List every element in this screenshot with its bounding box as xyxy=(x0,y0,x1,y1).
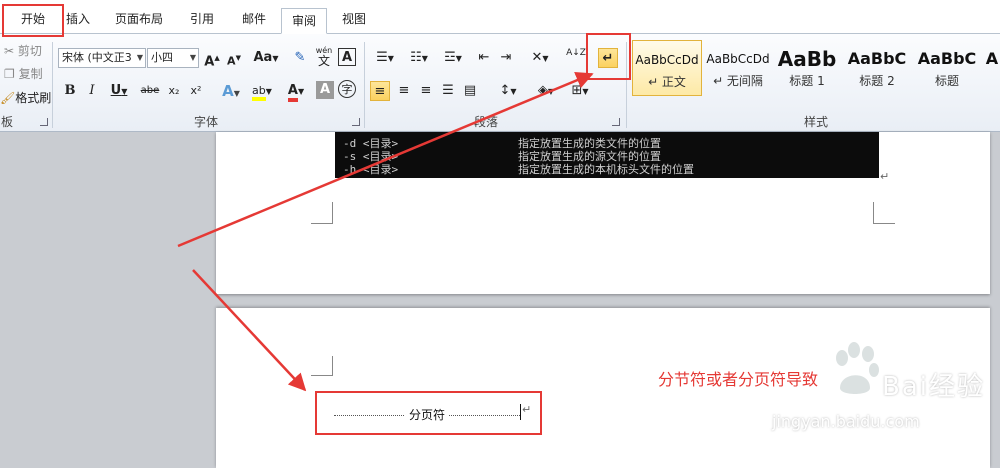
align-left-icon: ≡ xyxy=(374,84,386,99)
paragraph-group-label: 段落 xyxy=(473,115,498,129)
superscript-button[interactable]: x² xyxy=(186,81,206,101)
ribbon-tab-bar: 开始 插入 页面布局 引用 邮件 审阅 视图 xyxy=(0,0,1000,34)
bold-button[interactable]: B xyxy=(60,81,80,101)
align-right-button[interactable]: ≡ xyxy=(416,81,436,101)
borders-button[interactable]: ⊞▼ xyxy=(566,81,594,101)
copy-icon: ❐ xyxy=(4,67,15,81)
style-title[interactable]: AaBbC 标题 xyxy=(914,40,980,96)
ribbon: ✂ 剪切 ❐ 复制 🖌格式刷 板 宋体 (中文正3 ▼ 小四 ▼ A▲ A▼ Aa▼… xyxy=(0,34,1000,132)
console-screenshot-image: -d <目录> 指定放置生成的类文件的位置 -s <目录> 指定放置生成的源文件的位… xyxy=(335,132,879,178)
indent-icon: ⇥ xyxy=(500,50,512,65)
margin-corner-mark xyxy=(873,202,895,224)
chevron-down-icon: ▼ xyxy=(136,53,143,62)
shrink-font-button[interactable]: A▼ xyxy=(224,48,244,68)
font-launcher-icon[interactable] xyxy=(352,118,360,126)
change-case-button[interactable]: Aa▼ xyxy=(252,48,280,68)
paragraph-mark: ↵ xyxy=(880,170,890,183)
highlight-box-show-marks xyxy=(586,33,631,80)
increase-indent-button[interactable]: ⇥ xyxy=(496,48,516,68)
style-normal[interactable]: AaBbCcDd ↵ 正文 xyxy=(632,40,702,96)
baidu-paw-logo-icon xyxy=(836,342,879,394)
tab-page-layout[interactable]: 页面布局 xyxy=(106,7,172,33)
bullet-list-icon: ☰ xyxy=(376,50,388,65)
highlight-button[interactable]: ab▼ xyxy=(248,81,276,101)
cut-button[interactable]: ✂ 剪切 xyxy=(4,42,42,60)
margin-corner-mark xyxy=(311,356,333,376)
align-center-icon: ≡ xyxy=(398,83,410,98)
italic-button[interactable]: I xyxy=(82,81,102,101)
subscript-button[interactable]: x₂ xyxy=(164,81,184,101)
clipboard-group-label: 板 xyxy=(0,115,13,129)
clipboard-launcher-icon[interactable] xyxy=(40,118,48,126)
distributed-icon: ▤ xyxy=(463,83,477,98)
bullets-button[interactable]: ☰▼ xyxy=(370,48,400,68)
align-right-icon: ≡ xyxy=(420,83,432,98)
console-row: -d <目录> 指定放置生成的类文件的位置 xyxy=(343,137,661,150)
enclose-character-button[interactable]: 字 xyxy=(338,80,356,98)
font-group-label: 字体 xyxy=(193,115,218,129)
style-no-spacing[interactable]: AaBbCcDd ↵ 无间隔 xyxy=(704,40,772,96)
tab-insert[interactable]: 插入 xyxy=(58,7,98,33)
watermark-brand: Bai经验 xyxy=(882,372,985,402)
watermark-url: jingyan.baidu.com xyxy=(772,412,920,431)
phonetic-guide-button[interactable]: wén 文 xyxy=(314,46,334,67)
chevron-down-icon: ▼ xyxy=(189,53,196,62)
numbering-button[interactable]: ☷▼ xyxy=(404,48,434,68)
decrease-indent-button[interactable]: ⇤ xyxy=(474,48,494,68)
character-shading-button[interactable]: A xyxy=(316,81,334,99)
justify-icon: ☰ xyxy=(442,83,454,98)
line-spacing-icon: ↕ xyxy=(499,83,511,98)
borders-icon: ⊞ xyxy=(571,83,583,98)
chinese-layout-icon: ✕ xyxy=(531,50,543,65)
style-subtitle-partial[interactable]: A xyxy=(984,40,1000,96)
margin-corner-mark xyxy=(311,202,333,224)
sort-button[interactable]: A↓Z xyxy=(566,48,586,68)
strikethrough-button[interactable]: abe xyxy=(138,81,162,101)
numbered-list-icon: ☷ xyxy=(410,50,422,65)
font-size-combo[interactable]: 小四 ▼ xyxy=(147,48,199,68)
font-name-combo[interactable]: 宋体 (中文正3 ▼ xyxy=(58,48,146,68)
scissors-icon: ✂ xyxy=(4,44,15,58)
underline-button[interactable]: U▼ xyxy=(106,81,132,101)
highlight-box-home-tab xyxy=(2,4,64,37)
align-left-button[interactable]: ≡ xyxy=(370,81,390,101)
highlight-box-page-break xyxy=(315,391,542,435)
tab-references[interactable]: 引用 xyxy=(180,7,224,33)
style-heading-2[interactable]: AaBbC 标题 2 xyxy=(844,40,910,96)
line-spacing-button[interactable]: ↕▼ xyxy=(494,81,522,101)
style-heading-1[interactable]: AaBb 标题 1 xyxy=(776,40,838,96)
distributed-button[interactable]: ▤ xyxy=(460,81,480,101)
text-effects-button[interactable]: A▼ xyxy=(218,81,244,101)
clear-format-icon[interactable]: ✎ xyxy=(290,48,310,68)
brush-icon: 🖌 xyxy=(0,91,16,105)
paragraph-shading-button[interactable]: ◈▼ xyxy=(532,81,560,101)
justify-button[interactable]: ☰ xyxy=(438,81,458,101)
copy-button[interactable]: ❐ 复制 xyxy=(4,65,43,83)
tab-review[interactable]: 审阅 xyxy=(281,8,327,34)
group-separator xyxy=(52,42,53,128)
console-row: -h <目录> 指定放置生成的本机标头文件的位置 xyxy=(343,163,694,176)
annotation-caption: 分节符或者分页符导致 xyxy=(658,370,819,389)
character-border-button[interactable]: A xyxy=(338,48,356,66)
console-row: -s <目录> 指定放置生成的源文件的位置 xyxy=(343,150,661,163)
paint-bucket-icon: ◈ xyxy=(537,83,548,98)
tab-mailings[interactable]: 邮件 xyxy=(232,7,276,33)
align-center-button[interactable]: ≡ xyxy=(394,81,414,101)
grow-font-button[interactable]: A▲ xyxy=(202,48,222,69)
outdent-icon: ⇤ xyxy=(478,50,490,65)
font-color-button[interactable]: A▼ xyxy=(282,81,310,102)
tab-view[interactable]: 视图 xyxy=(332,7,376,33)
paragraph-launcher-icon[interactable] xyxy=(612,118,620,126)
group-separator xyxy=(364,42,365,128)
styles-group-label: 样式 xyxy=(803,115,828,129)
format-painter-button[interactable]: 🖌格式刷 xyxy=(0,89,51,107)
multilevel-list-button[interactable]: ☲▼ xyxy=(438,48,468,68)
multilevel-list-icon: ☲ xyxy=(444,50,456,65)
chinese-layout-button[interactable]: ✕▼ xyxy=(526,48,554,68)
